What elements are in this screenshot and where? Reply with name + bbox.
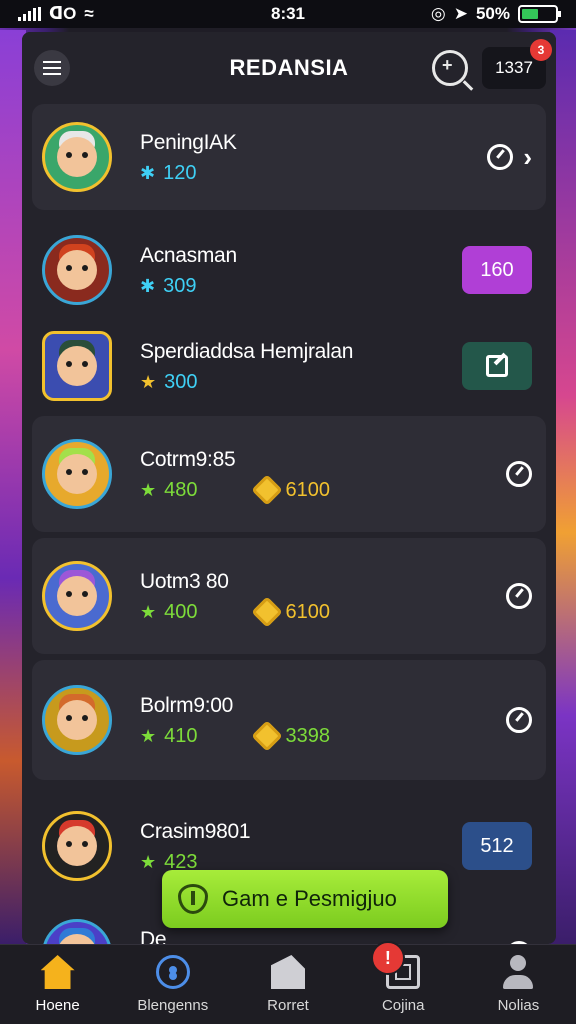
search-icon[interactable] xyxy=(432,50,468,86)
status-icon[interactable] xyxy=(506,583,532,609)
player-coins: 6100 xyxy=(285,600,331,623)
nav-label: Hoene xyxy=(35,997,80,1014)
player-avatar xyxy=(42,811,112,881)
player-row[interactable]: Acnasman ✱ 309 160 xyxy=(32,218,546,322)
edit-button[interactable] xyxy=(462,342,532,390)
star-icon: ★ xyxy=(140,852,157,872)
leaderboard-panel: REDANSIA 1337 3 PeningIAK ✱ 120 › Acnasman ✱ 3… xyxy=(22,32,556,944)
coin-icon xyxy=(250,596,283,628)
menu-button[interactable] xyxy=(34,50,70,86)
nav-label: Nolias xyxy=(497,997,540,1014)
location-icon: ➤ xyxy=(453,4,468,23)
player-name: Acnasman xyxy=(140,243,237,267)
player-points: 309 xyxy=(163,274,197,297)
sparkle-icon: ✱ xyxy=(140,276,156,296)
sparkle-icon: ✱ xyxy=(140,163,156,183)
score-button[interactable]: 1337 3 xyxy=(482,39,552,89)
player-points: 480 xyxy=(164,478,198,501)
player-row[interactable]: Cotrm9:85 ★ 480 6100 xyxy=(32,416,546,532)
player-name: Bolrm9:00 xyxy=(140,693,234,717)
nav-item-user[interactable]: Nolias xyxy=(461,945,576,1024)
home-icon xyxy=(40,955,75,989)
player-action-button[interactable]: 512 xyxy=(462,822,532,870)
nav-item-tag[interactable]: Rorret xyxy=(230,945,345,1024)
player-points: 410 xyxy=(164,724,198,747)
star-icon: ★ xyxy=(140,480,157,500)
tag-icon xyxy=(271,955,305,989)
player-avatar xyxy=(42,685,112,755)
player-name: Crasim9801 xyxy=(140,819,251,843)
signal-icon xyxy=(18,7,41,21)
player-row[interactable]: Bolrm9:00 ★ 410 3398 xyxy=(32,660,546,780)
player-action-button[interactable]: 160 xyxy=(462,246,532,294)
battery-icon xyxy=(518,5,561,23)
player-avatar xyxy=(42,561,112,631)
player-row[interactable]: PeningIAK ✱ 120 › xyxy=(32,104,546,210)
nav-label: Rorret xyxy=(267,997,309,1014)
carrier-label: ᗡO xyxy=(49,4,77,23)
wifi-icon: ≈ xyxy=(84,4,94,23)
score-value: 1337 xyxy=(495,58,533,77)
player-name: PeningIAK xyxy=(140,130,237,154)
battery-percent: 50% xyxy=(475,4,510,23)
player-list: PeningIAK ✱ 120 › Acnasman ✱ 309 160 Sperdiaddsa… xyxy=(22,104,556,944)
status-icon[interactable] xyxy=(506,461,532,487)
chevron-right-icon[interactable]: › xyxy=(523,144,532,170)
nav-item-games[interactable]: Blengenns xyxy=(115,945,230,1024)
app-header: REDANSIA 1337 3 xyxy=(22,32,556,104)
player-name: Uotm3 80 xyxy=(140,569,229,593)
nav-label: Blengenns xyxy=(137,997,209,1014)
user-icon xyxy=(501,955,535,989)
status-bar: ᗡO ≈ 8:31 ◎ ➤ 50% xyxy=(0,0,576,28)
player-avatar xyxy=(42,235,112,305)
player-avatar xyxy=(42,331,112,401)
player-name: Sperdiaddsa Hemjralan xyxy=(140,339,354,363)
player-name: Cotrm9:85 xyxy=(140,447,236,471)
player-coins: 6100 xyxy=(285,478,331,501)
game-banner-button[interactable]: Gam e Pesmigjuo xyxy=(162,870,448,928)
status-icon[interactable] xyxy=(506,707,532,733)
status-icon[interactable] xyxy=(487,144,514,170)
coin-icon xyxy=(250,474,283,506)
notification-badge: 3 xyxy=(530,39,552,61)
player-points: 300 xyxy=(164,370,198,393)
player-coins: 3398 xyxy=(285,724,331,747)
player-avatar xyxy=(42,919,112,944)
bottom-nav: Hoene Blengenns Rorret Cojina! Nolias xyxy=(0,941,576,1024)
menu-icon xyxy=(43,59,61,77)
player-row[interactable]: Uotm3 80 ★ 400 6100 xyxy=(32,538,546,654)
nav-item-home[interactable]: Hoene xyxy=(0,945,115,1024)
clock: 8:31 xyxy=(270,4,306,23)
nav-item-cards[interactable]: Cojina! xyxy=(346,941,461,1024)
banner-label: Gam e Pesmigjuo xyxy=(222,886,397,911)
nav-label: Cojina xyxy=(381,997,425,1014)
player-avatar xyxy=(42,439,112,509)
shield-icon xyxy=(178,884,208,914)
star-icon: ★ xyxy=(140,602,157,622)
player-points: 400 xyxy=(164,600,198,623)
edit-icon xyxy=(486,355,508,377)
nav-badge: ! xyxy=(370,941,405,975)
player-row[interactable]: Sperdiaddsa Hemjralan ★ 300 xyxy=(32,322,546,410)
coin-icon xyxy=(250,720,283,752)
player-avatar xyxy=(42,122,112,192)
star-icon: ★ xyxy=(140,372,157,392)
games-icon xyxy=(155,955,190,989)
star-icon: ★ xyxy=(140,726,157,746)
player-points: 120 xyxy=(163,161,197,184)
player-name: De xyxy=(140,927,167,945)
alarm-icon: ◎ xyxy=(430,4,446,23)
